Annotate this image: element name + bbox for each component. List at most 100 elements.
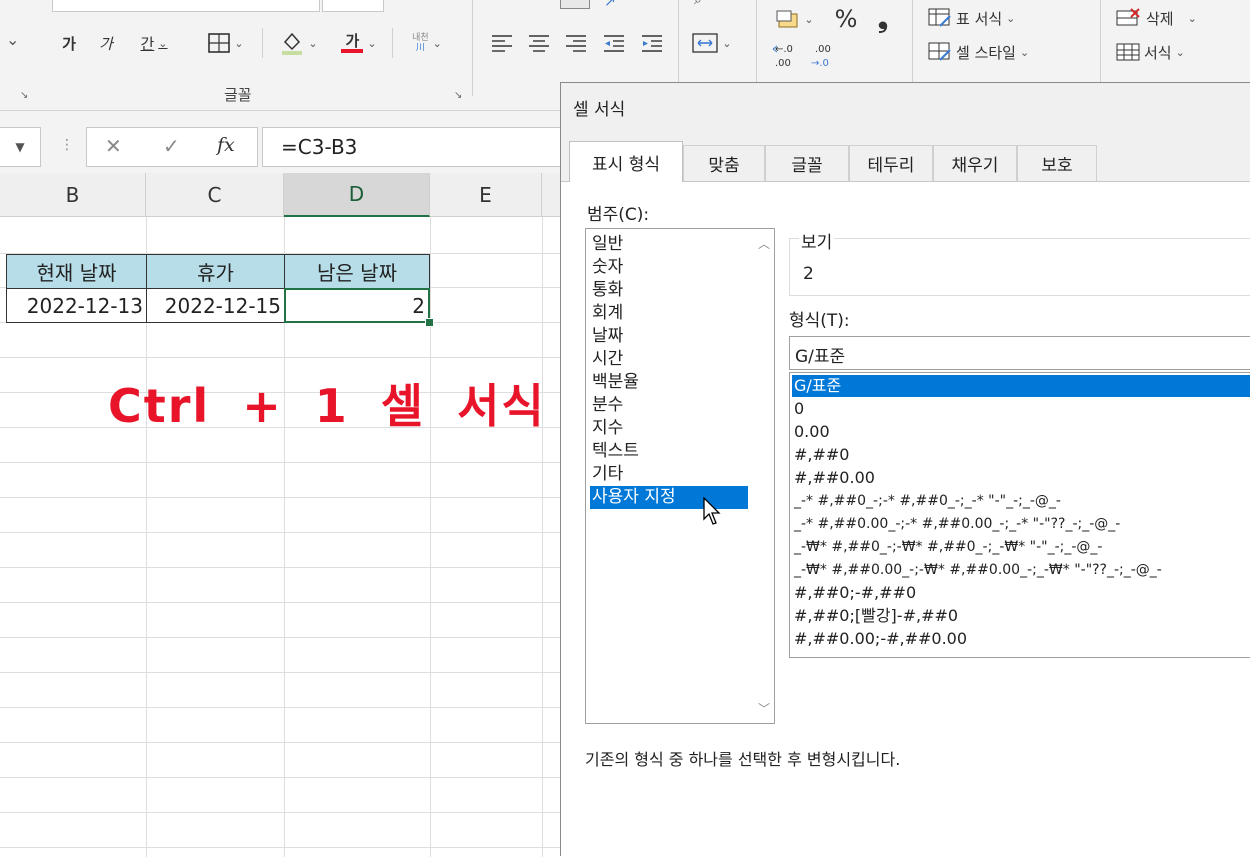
- category-item[interactable]: 지수: [590, 417, 623, 440]
- tab-protection[interactable]: 보호: [1017, 145, 1097, 181]
- scroll-down-icon[interactable]: ﹀: [758, 700, 770, 717]
- accounting-format-button[interactable]: ⌄: [770, 6, 820, 32]
- header-remaining-days[interactable]: 남은 날짜: [284, 254, 430, 289]
- merge-button[interactable]: ⌄: [686, 30, 738, 56]
- function-icon[interactable]: fx: [217, 134, 235, 156]
- fill-color-button[interactable]: ⌄: [272, 28, 326, 58]
- spreadsheet-grid[interactable]: B C D E 현재 날짜 휴가 남은 날짜 2022-12-13 2022-1…: [0, 173, 560, 857]
- table-format-label: 표 서식: [956, 9, 1003, 28]
- comma-button[interactable]: ❟: [872, 4, 894, 34]
- header-vacation[interactable]: 휴가: [146, 254, 285, 289]
- cell-style-button[interactable]: 셀 스타일 ⌄: [928, 40, 1062, 64]
- name-box-dropdown[interactable]: ▼: [0, 127, 41, 167]
- format-item[interactable]: #,##0.00;-#,##0.00: [792, 628, 967, 650]
- font-dialog-launcher-icon[interactable]: ↘: [454, 90, 462, 101]
- column-header-b[interactable]: B: [0, 173, 146, 217]
- format-item[interactable]: #,##0;[빨강]-#,##0: [792, 605, 958, 627]
- format-item[interactable]: 0: [792, 398, 804, 420]
- column-header-e[interactable]: E: [430, 173, 542, 217]
- tab-font[interactable]: 글꼴: [765, 145, 849, 181]
- format-item[interactable]: _-₩* #,##0_-;-₩* #,##0_-;_-₩* "-"_-;_-@_…: [792, 536, 1102, 558]
- delete-cells-button[interactable]: 삭제 ⌄: [1116, 6, 1216, 30]
- font-color-button[interactable]: 가 ⌄: [334, 28, 384, 58]
- cell-c3[interactable]: 2022-12-15: [146, 288, 285, 323]
- tab-alignment[interactable]: 맞춤: [683, 145, 765, 181]
- category-item[interactable]: 숫자: [590, 256, 623, 279]
- format-item[interactable]: #,##0.00: [792, 467, 875, 489]
- orientation-button[interactable]: [560, 0, 590, 9]
- sample-groupbox: [789, 238, 1250, 296]
- border-button[interactable]: ⌄: [198, 30, 254, 56]
- tab-number-format[interactable]: 표시 형식: [569, 141, 683, 182]
- formula-buttons: ✕ ✓ fx: [86, 127, 258, 167]
- font-name-box[interactable]: [52, 0, 320, 12]
- align-center-button[interactable]: [527, 30, 551, 56]
- svg-text:→.0: →.0: [811, 58, 829, 69]
- scroll-up-icon[interactable]: ︿: [758, 235, 770, 252]
- format-list[interactable]: G/표준 0 0.00 #,##0 #,##0.00 _-* #,##0_-;-…: [789, 372, 1250, 658]
- tab-border[interactable]: 테두리: [849, 145, 933, 181]
- chevron-down-icon: ⌄: [1187, 11, 1197, 25]
- fill-handle[interactable]: [425, 318, 434, 327]
- column-header-d[interactable]: D: [284, 173, 430, 217]
- align-right-button[interactable]: [564, 30, 588, 56]
- table-format-icon: [928, 8, 951, 27]
- cell-b3[interactable]: 2022-12-13: [6, 288, 147, 323]
- arrow-right-icon[interactable]: ↗: [604, 0, 616, 10]
- category-item[interactable]: 통화: [590, 279, 623, 302]
- category-item-selected[interactable]: 사용자 지정: [590, 486, 748, 509]
- format-cells-button[interactable]: 서식 ⌄: [1116, 40, 1216, 64]
- type-input[interactable]: G/표준: [789, 336, 1250, 370]
- category-item[interactable]: 기타: [590, 463, 623, 486]
- bold-button[interactable]: 가: [58, 30, 80, 56]
- cell-d3-selected[interactable]: 2: [284, 288, 430, 323]
- column-header-f[interactable]: [542, 173, 560, 217]
- category-item[interactable]: 텍스트: [590, 440, 639, 463]
- chevron-left-icon[interactable]: ⌄: [6, 30, 19, 49]
- category-item[interactable]: 날짜: [590, 325, 623, 348]
- format-item[interactable]: #,##0: [792, 444, 849, 466]
- align-left-button[interactable]: [490, 30, 514, 56]
- table-format-button[interactable]: 표 서식 ⌄: [928, 6, 1040, 30]
- phonetic-button[interactable]: 내천 川 ⌄: [402, 28, 452, 58]
- formula-input[interactable]: =C3-B3: [262, 127, 561, 167]
- format-item[interactable]: _-* #,##0_-;-* #,##0_-;_-* "-"_-;_-@_-: [792, 490, 1061, 512]
- format-item[interactable]: _-₩* #,##0.00_-;-₩* #,##0.00_-;_-₩* "-"?…: [792, 559, 1162, 581]
- enter-icon[interactable]: ✓: [163, 134, 180, 158]
- italic-label: 가: [99, 34, 113, 53]
- category-list[interactable]: 일반 숫자 통화 회계 날짜 시간 백분율 분수 지수 텍스트 기타 사용자 지…: [585, 228, 775, 724]
- category-item[interactable]: 일반: [590, 233, 623, 256]
- decrease-indent-button[interactable]: [602, 30, 626, 56]
- phonetic-label: 내천: [412, 33, 429, 43]
- decrease-decimal-button[interactable]: .00 →.0: [808, 40, 840, 70]
- underline-button[interactable]: 간 ⌄: [132, 30, 176, 56]
- tab-fill[interactable]: 채우기: [933, 145, 1017, 181]
- format-item[interactable]: 0.00: [792, 421, 830, 443]
- increase-decimal-button[interactable]: ←.0.00: [770, 40, 802, 70]
- format-item[interactable]: #,##0;-#,##0: [792, 582, 916, 604]
- dialog-launcher-icon[interactable]: ↘: [20, 90, 28, 101]
- column-header-c[interactable]: C: [146, 173, 284, 217]
- column-label: B: [65, 182, 80, 207]
- font-size-box[interactable]: [322, 0, 384, 12]
- type-label: 형식(T):: [789, 311, 850, 331]
- align-right-icon: [566, 35, 586, 52]
- header-current-date[interactable]: 현재 날짜: [6, 254, 147, 289]
- percent-label: %: [834, 5, 858, 33]
- formula-text: =C3-B3: [281, 135, 358, 159]
- cell-text: 남은 날짜: [317, 261, 397, 285]
- search-icon[interactable]: ⌕: [694, 0, 702, 8]
- increase-indent-button[interactable]: [640, 30, 664, 56]
- cancel-icon[interactable]: ✕: [105, 134, 122, 158]
- format-item[interactable]: _-* #,##0.00_-;-* #,##0.00_-;_-* "-"??_-…: [792, 513, 1120, 535]
- paint-bucket-icon: [282, 32, 303, 55]
- sample-value: 2: [803, 264, 814, 284]
- category-item[interactable]: 시간: [590, 348, 623, 371]
- italic-button[interactable]: 가: [95, 30, 117, 56]
- category-item[interactable]: 백분율: [590, 371, 639, 394]
- format-item-selected[interactable]: G/표준: [792, 375, 1250, 397]
- category-item[interactable]: 분수: [590, 394, 623, 417]
- percent-button[interactable]: %: [832, 4, 860, 34]
- cell-text: 휴가: [197, 261, 234, 285]
- category-item[interactable]: 회계: [590, 302, 623, 325]
